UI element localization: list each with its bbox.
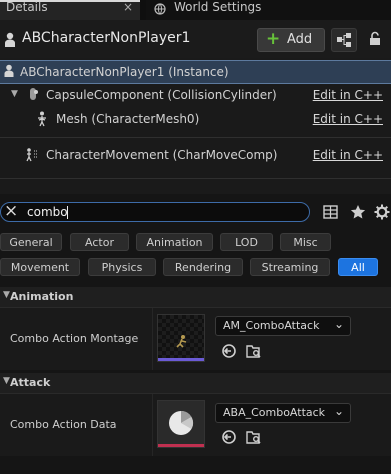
details-header: ABCharacterNonPlayer1 + Add <box>0 20 391 58</box>
add-button-label: Add <box>287 32 313 47</box>
search-input[interactable]: × combo <box>0 201 310 222</box>
tree-row-capsule[interactable]: ▼ CapsuleComponent (CollisionCylinder) E… <box>0 84 391 106</box>
globe-icon <box>154 3 166 15</box>
plus-icon: + <box>266 29 281 49</box>
tree-separator <box>0 137 391 138</box>
chevron-down-icon[interactable]: ▼ <box>11 89 18 99</box>
chevron-down-icon: ▼ <box>3 290 10 300</box>
character-pose-icon <box>176 335 187 348</box>
search-value: combo <box>27 205 68 219</box>
text-cursor <box>67 206 68 219</box>
filter-all-button[interactable]: All <box>338 258 378 276</box>
tree-movement-label: CharacterMovement (CharMoveComp) <box>46 148 278 162</box>
blueprint-button[interactable] <box>331 28 357 52</box>
chevron-down-icon: ▼ <box>3 376 10 386</box>
skeletal-mesh-icon <box>35 111 49 130</box>
use-selected-asset-icon[interactable] <box>221 429 237 445</box>
tab-world-settings-label: World Settings <box>174 0 262 14</box>
montage-thumbnail[interactable] <box>157 314 205 362</box>
clear-search-icon[interactable]: × <box>4 201 18 221</box>
property-label: Combo Action Montage <box>10 332 139 345</box>
filter-rendering-button[interactable]: Rendering <box>163 258 243 276</box>
character-icon <box>3 64 15 81</box>
movement-component-icon <box>24 147 40 166</box>
dropdown-value: AM_ComboAttack <box>223 319 320 332</box>
filter-lod-button[interactable]: LOD <box>220 233 273 251</box>
chevron-down-icon: ⌄ <box>333 404 344 418</box>
asset-type-stripe <box>158 444 204 447</box>
tree-separator <box>0 178 391 179</box>
data-asset-thumbnail[interactable] <box>157 400 205 448</box>
column-divider <box>152 394 153 456</box>
section-title-animation: Animation <box>10 290 74 303</box>
property-label: Combo Action Data <box>10 418 117 431</box>
movement-edit-cpp-link[interactable]: Edit in C++ <box>313 148 383 162</box>
settings-gear-icon[interactable] <box>374 204 390 223</box>
section-header-attack[interactable]: ▼ Attack <box>0 373 391 394</box>
dropdown-value: ABA_ComboAttack <box>223 406 326 419</box>
mesh-edit-cpp-link[interactable]: Edit in C++ <box>313 112 383 126</box>
actor-title: ABCharacterNonPlayer1 <box>22 30 191 46</box>
add-component-button[interactable]: + Add <box>257 28 325 52</box>
component-tree: ABCharacterNonPlayer1 (Instance) ▼ Capsu… <box>0 58 391 194</box>
tab-details-close-icon[interactable]: × <box>123 0 133 14</box>
montage-asset-dropdown[interactable]: AM_ComboAttack ⌄ <box>215 316 351 336</box>
favorites-star-icon[interactable] <box>350 204 366 223</box>
property-row-combo-action-montage: Combo Action Montage AM_ComboAttack ⌄ <box>0 308 391 370</box>
section-title-attack: Attack <box>10 376 51 389</box>
pie-chart-icon <box>169 411 194 435</box>
filter-animation-button[interactable]: Animation <box>136 233 213 251</box>
character-icon <box>3 32 17 48</box>
tree-capsule-label: CapsuleComponent (CollisionCylinder) <box>46 88 277 102</box>
tree-instance-label: ABCharacterNonPlayer1 (Instance) <box>20 65 229 79</box>
tab-details-label: Details <box>6 0 48 14</box>
tree-row-movement[interactable]: CharacterMovement (CharMoveComp) Edit in… <box>0 144 391 166</box>
column-divider <box>152 308 153 370</box>
tab-world-settings[interactable]: World Settings <box>146 0 391 20</box>
asset-type-stripe <box>158 358 204 361</box>
browse-asset-icon[interactable] <box>246 343 262 359</box>
tab-details[interactable]: Details × <box>0 0 140 20</box>
tree-mesh-label: Mesh (CharacterMesh0) <box>56 112 200 126</box>
use-selected-asset-icon[interactable] <box>221 343 237 359</box>
search-row: × combo <box>0 194 391 230</box>
filter-actor-button[interactable]: Actor <box>70 233 129 251</box>
filter-streaming-button[interactable]: Streaming <box>250 258 330 276</box>
section-header-animation[interactable]: ▼ Animation <box>0 287 391 308</box>
tree-row-instance[interactable]: ABCharacterNonPlayer1 (Instance) <box>0 60 391 84</box>
chevron-down-icon: ⌄ <box>333 317 344 331</box>
tree-row-mesh[interactable]: Mesh (CharacterMesh0) Edit in C++ <box>0 108 391 130</box>
table-view-icon[interactable] <box>323 205 338 222</box>
filter-physics-button[interactable]: Physics <box>88 258 156 276</box>
browse-asset-icon[interactable] <box>246 429 262 445</box>
data-asset-dropdown[interactable]: ABA_ComboAttack ⌄ <box>215 403 351 423</box>
capsule-component-icon <box>26 87 40 104</box>
capsule-edit-cpp-link[interactable]: Edit in C++ <box>313 88 383 102</box>
hierarchy-icon <box>337 33 351 47</box>
lock-icon[interactable] <box>367 31 383 47</box>
property-row-combo-action-data: Combo Action Data ABA_ComboAttack ⌄ <box>0 394 391 456</box>
filter-misc-button[interactable]: Misc <box>280 233 331 251</box>
filter-general-button[interactable]: General <box>0 233 62 251</box>
filter-movement-button[interactable]: Movement <box>0 258 80 276</box>
